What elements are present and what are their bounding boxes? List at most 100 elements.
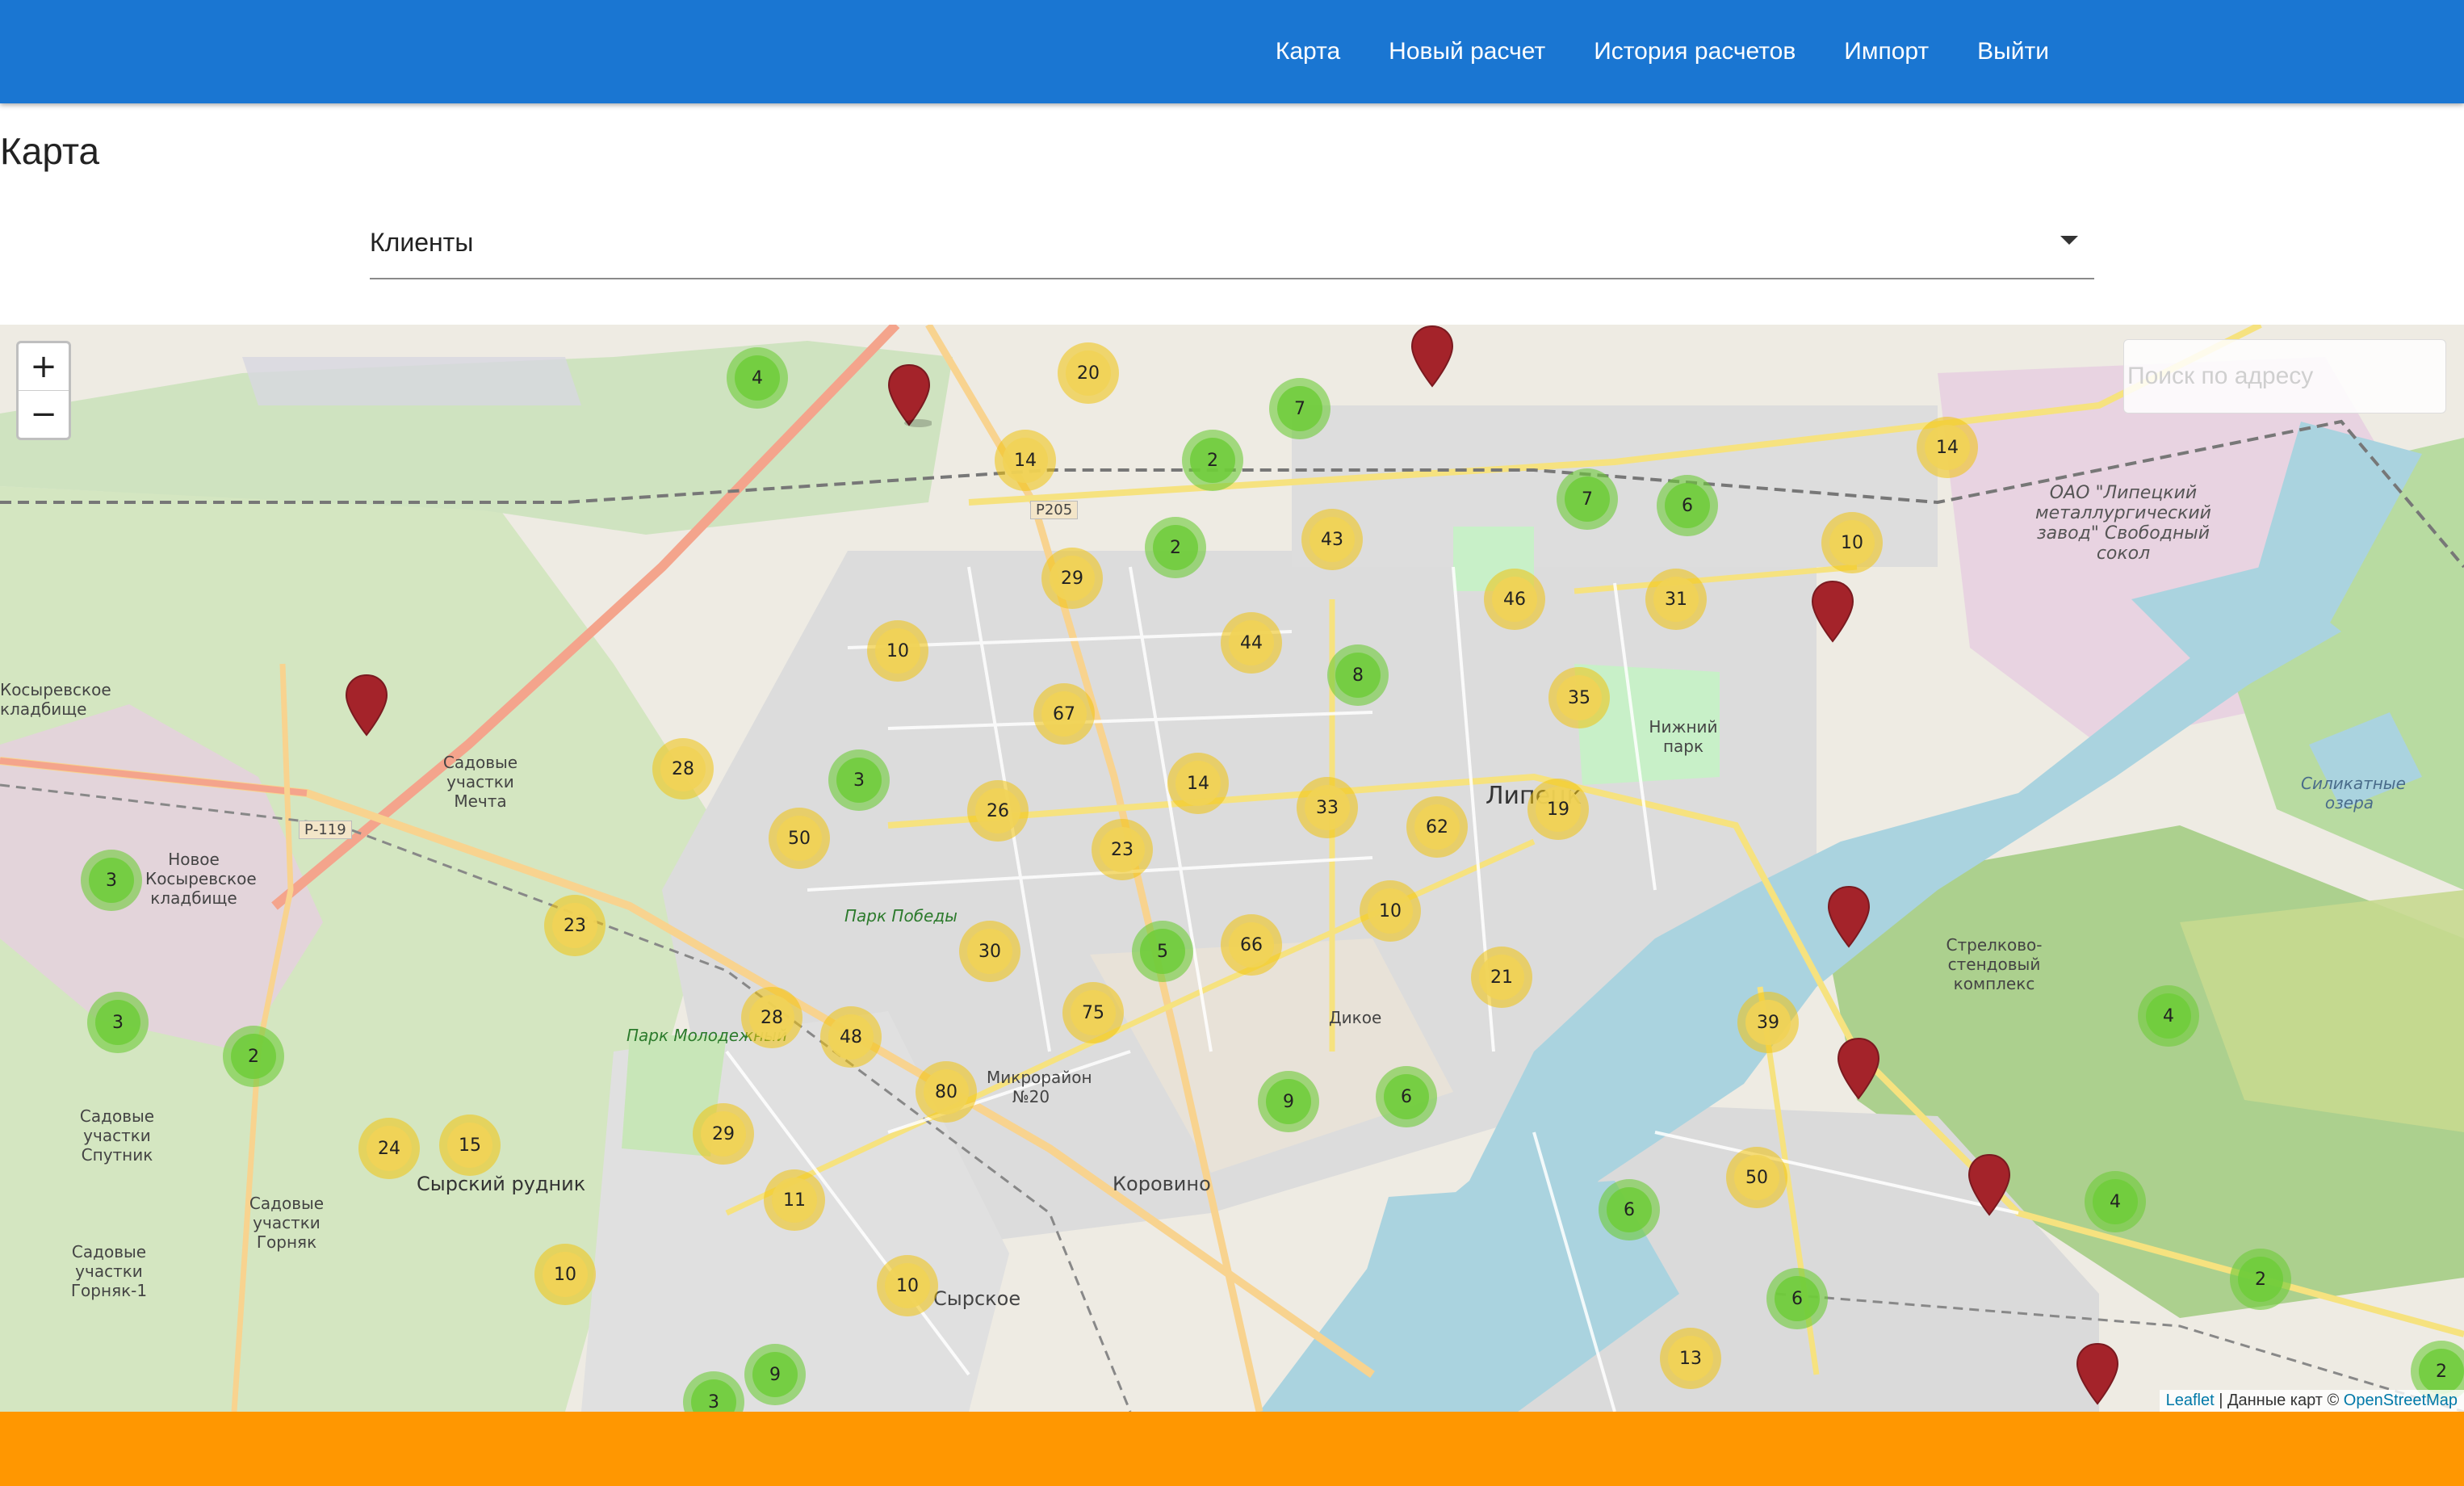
marker-cluster[interactable]: 67: [1033, 683, 1095, 745]
marker-cluster[interactable]: 66: [1221, 914, 1282, 976]
map-pin-icon[interactable]: [2075, 1342, 2120, 1407]
cluster-count: 31: [1653, 577, 1699, 622]
cluster-count: 2: [1153, 525, 1198, 570]
marker-cluster[interactable]: 30: [959, 921, 1020, 982]
marker-cluster[interactable]: 6: [1599, 1179, 1660, 1240]
marker-cluster[interactable]: 48: [820, 1006, 882, 1068]
marker-cluster[interactable]: 5: [1132, 921, 1193, 982]
cluster-count: 23: [1100, 827, 1145, 872]
marker-cluster[interactable]: 9: [1258, 1071, 1319, 1132]
marker-cluster[interactable]: 26: [967, 780, 1029, 842]
marker-cluster[interactable]: 29: [1041, 548, 1103, 609]
map-pin-icon[interactable]: [1410, 325, 1455, 389]
marker-cluster[interactable]: 44: [1221, 612, 1282, 674]
leaflet-link[interactable]: Leaflet: [2166, 1392, 2215, 1409]
cluster-count: 35: [1557, 675, 1602, 720]
attribution-text: Данные карт ©: [2227, 1392, 2344, 1409]
marker-cluster[interactable]: 39: [1737, 992, 1799, 1053]
cluster-count: 48: [828, 1014, 874, 1060]
marker-cluster[interactable]: 46: [1484, 569, 1545, 630]
nav-import[interactable]: Импорт: [1820, 38, 1953, 65]
marker-cluster[interactable]: 28: [652, 738, 714, 800]
marker-cluster[interactable]: 20: [1058, 342, 1119, 404]
marker-cluster[interactable]: 14: [1167, 753, 1229, 814]
marker-cluster[interactable]: 3: [81, 850, 142, 911]
zoom-out-button[interactable]: −: [19, 390, 69, 438]
marker-cluster[interactable]: 23: [1092, 819, 1153, 880]
marker-cluster[interactable]: 4: [727, 347, 788, 409]
main-nav: Карта Новый расчет История расчетов Импо…: [1251, 0, 2073, 103]
marker-cluster[interactable]: 10: [534, 1244, 596, 1305]
marker-cluster[interactable]: 4: [2138, 985, 2199, 1047]
marker-cluster[interactable]: 4: [2085, 1171, 2146, 1232]
marker-cluster[interactable]: 10: [1360, 880, 1421, 942]
marker-cluster[interactable]: 43: [1301, 509, 1363, 570]
map-pin-icon[interactable]: [886, 363, 932, 428]
marker-cluster[interactable]: 62: [1406, 796, 1468, 858]
map-pin-icon[interactable]: [344, 674, 389, 738]
cluster-count: 4: [2146, 993, 2191, 1039]
marker-cluster[interactable]: 10: [877, 1255, 938, 1316]
cluster-count: 3: [691, 1379, 736, 1412]
layer-select[interactable]: Клиенты: [370, 212, 2094, 279]
marker-cluster[interactable]: 6: [1766, 1268, 1828, 1329]
marker-cluster[interactable]: 11: [764, 1169, 825, 1231]
marker-cluster[interactable]: 2: [1182, 430, 1243, 491]
cluster-count: 7: [1565, 476, 1610, 522]
marker-cluster[interactable]: 75: [1062, 982, 1124, 1043]
marker-cluster[interactable]: 3: [87, 992, 149, 1053]
marker-cluster[interactable]: 29: [693, 1103, 754, 1165]
nav-new-calculation[interactable]: Новый расчет: [1364, 38, 1569, 65]
marker-cluster[interactable]: 13: [1660, 1328, 1721, 1389]
cluster-count: 28: [749, 995, 794, 1040]
marker-cluster[interactable]: 35: [1548, 667, 1610, 728]
marker-cluster[interactable]: 50: [1726, 1147, 1787, 1208]
marker-cluster[interactable]: 15: [439, 1114, 501, 1176]
marker-cluster[interactable]: 3: [828, 749, 890, 811]
marker-cluster[interactable]: 9: [744, 1344, 806, 1405]
cluster-count: 4: [2093, 1179, 2138, 1224]
nav-logout[interactable]: Выйти: [1953, 38, 2073, 65]
chevron-down-icon[interactable]: [2060, 236, 2078, 245]
marker-cluster[interactable]: 2: [2230, 1249, 2291, 1310]
osm-link[interactable]: OpenStreetMap: [2344, 1392, 2458, 1409]
marker-cluster[interactable]: 7: [1557, 468, 1618, 530]
marker-cluster[interactable]: 14: [995, 430, 1056, 491]
marker-cluster[interactable]: 21: [1471, 947, 1532, 1008]
marker-cluster[interactable]: 6: [1657, 475, 1718, 536]
marker-cluster[interactable]: 7: [1269, 378, 1330, 439]
marker-cluster[interactable]: 6: [1376, 1066, 1437, 1127]
cluster-count: 13: [1668, 1336, 1713, 1381]
marker-cluster[interactable]: 50: [769, 808, 830, 869]
marker-cluster[interactable]: 19: [1527, 779, 1589, 840]
marker-cluster[interactable]: 2: [1145, 517, 1206, 578]
nav-calculation-history[interactable]: История расчетов: [1569, 38, 1820, 65]
marker-cluster[interactable]: 33: [1297, 777, 1358, 838]
marker-cluster[interactable]: 10: [867, 620, 928, 682]
marker-cluster[interactable]: 14: [1917, 417, 1978, 478]
footer-bar: [0, 1412, 2464, 1486]
map-pin-icon[interactable]: [1810, 580, 1855, 644]
zoom-in-button[interactable]: +: [19, 343, 69, 390]
marker-cluster[interactable]: 28: [741, 987, 802, 1048]
map-pin-icon[interactable]: [1967, 1153, 2012, 1218]
cluster-count: 3: [89, 858, 134, 903]
marker-cluster[interactable]: 10: [1821, 512, 1883, 573]
marker-cluster[interactable]: 2: [223, 1026, 284, 1087]
cluster-count: 10: [1368, 888, 1413, 934]
map-label: Силикатные озера: [2301, 774, 2406, 812]
marker-cluster[interactable]: 80: [916, 1061, 977, 1123]
cluster-count: 9: [1266, 1079, 1311, 1124]
marker-cluster[interactable]: 24: [358, 1118, 420, 1179]
map[interactable]: ОАО "Липецкий металлургический завод" Св…: [0, 325, 2464, 1412]
nav-map[interactable]: Карта: [1251, 38, 1364, 65]
cluster-count: 44: [1229, 620, 1274, 665]
address-search-input[interactable]: [2124, 340, 2445, 413]
marker-cluster[interactable]: 23: [544, 895, 606, 956]
cluster-count: 15: [447, 1123, 492, 1168]
marker-cluster[interactable]: 8: [1327, 644, 1389, 706]
map-pin-icon[interactable]: [1826, 885, 1871, 950]
marker-cluster[interactable]: 31: [1645, 569, 1707, 630]
map-pin-icon[interactable]: [1836, 1037, 1881, 1102]
cluster-count: 80: [924, 1069, 969, 1114]
